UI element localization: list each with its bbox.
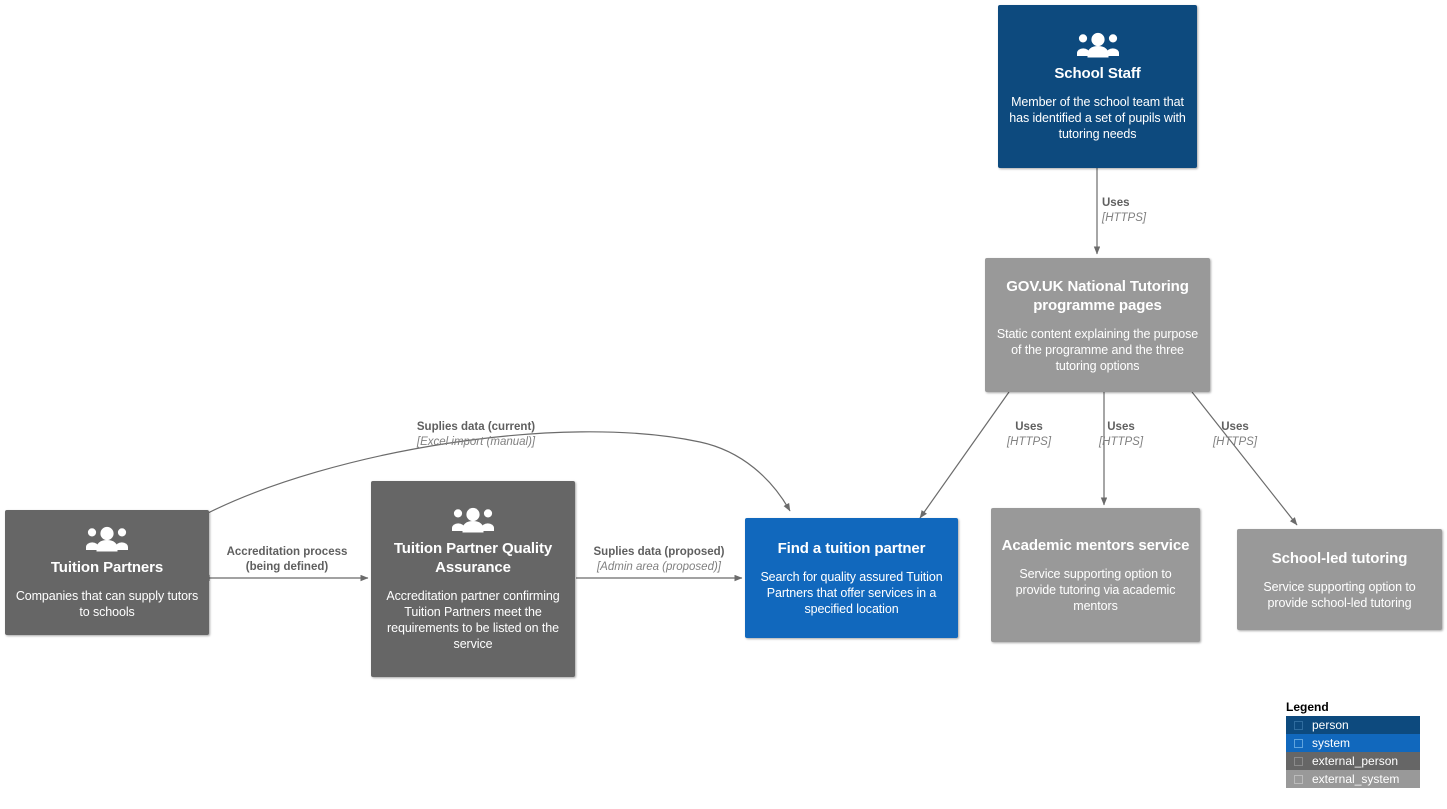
edge-label-technology: [HTTPS] xyxy=(1102,212,1147,224)
node-title: School-led tutoring xyxy=(1271,549,1408,567)
legend-swatch-external-system xyxy=(1294,774,1303,784)
edge-label-govuk-to-schoolled: Uses [HTTPS] xyxy=(1195,420,1275,450)
edge-label-govuk-to-mentors: Uses [HTTPS] xyxy=(1081,420,1161,450)
node-description: Accreditation partner confirming Tuition… xyxy=(386,588,560,651)
legend-swatch-external-person xyxy=(1294,756,1303,766)
edge-label-technology: [Excel import (manual)] xyxy=(416,436,536,448)
node-description: Service supporting option to provide sch… xyxy=(1263,579,1416,610)
legend-item-external-system: external_system xyxy=(1286,770,1420,788)
edge-label-govuk-to-find: Uses [HTTPS] xyxy=(989,420,1069,450)
edge-label-tp-to-qa: Accreditation process (being defined) xyxy=(210,545,364,575)
edge-label-tp-to-find: Suplies data (current) [Excel import (ma… xyxy=(376,420,576,450)
legend-item-system: system xyxy=(1286,734,1420,752)
edge-label-technology: [HTTPS] xyxy=(1098,436,1144,448)
edge-layer xyxy=(201,168,1298,582)
legend-label: person xyxy=(1312,718,1349,732)
node-description: Search for quality assured Tuition Partn… xyxy=(760,570,943,616)
legend: Legend person system external_person ext… xyxy=(1286,700,1420,788)
node-govuk-ntp-pages[interactable]: GOV.UK National Tutoring programme pages… xyxy=(985,258,1210,392)
edge-label-text: Uses xyxy=(1102,197,1130,209)
node-title: GOV.UK National Tutoring programme pages xyxy=(1006,277,1189,314)
legend-item-person: person xyxy=(1286,716,1420,734)
edge-label-text: Suplies data (current) xyxy=(416,421,536,433)
legend-title: Legend xyxy=(1286,700,1329,714)
node-find-a-tuition-partner[interactable]: Find a tuition partner Search for qualit… xyxy=(745,518,958,638)
node-title: School Staff xyxy=(1054,64,1141,82)
legend-label: external_person xyxy=(1312,754,1399,768)
diagram-canvas: School Staff Member of the school team t… xyxy=(0,0,1447,809)
legend-swatch-person xyxy=(1294,720,1303,730)
node-school-staff[interactable]: School Staff Member of the school team t… xyxy=(998,5,1197,168)
edge-label-text: Suplies data (proposed) xyxy=(593,546,725,558)
edge-label-technology: (being defined) xyxy=(245,561,329,573)
node-tp-quality-assurance[interactable]: Tuition Partner Quality Assurance Accred… xyxy=(371,481,575,677)
edge-label-staff-to-govuk: Uses [HTTPS] xyxy=(1102,196,1146,226)
edge-label-text: Uses xyxy=(1015,421,1043,433)
node-title: Academic mentors service xyxy=(1001,537,1190,554)
edge-label-text: Uses xyxy=(1107,421,1135,433)
people-icon xyxy=(86,526,128,552)
edge-label-text: Uses xyxy=(1221,421,1249,433)
node-school-led-tutoring[interactable]: School-led tutoring Service supporting o… xyxy=(1237,529,1442,630)
people-icon xyxy=(452,507,494,533)
node-title: Tuition Partners xyxy=(50,558,164,576)
node-title: Tuition Partner Quality Assurance xyxy=(393,539,553,576)
node-description: Companies that can supply tutors to scho… xyxy=(15,588,199,619)
edge-govuk-to-find xyxy=(919,391,1010,519)
node-description: Static content explaining the purpose of… xyxy=(996,326,1199,373)
node-title: Find a tuition partner xyxy=(777,540,926,557)
legend-swatch-system xyxy=(1294,738,1303,748)
node-description: Member of the school team that has ident… xyxy=(1009,94,1186,141)
edge-label-technology: [HTTPS] xyxy=(1006,436,1052,448)
legend-item-external-person: external_person xyxy=(1286,752,1420,770)
legend-label: external_system xyxy=(1312,772,1400,786)
edge-label-technology: [HTTPS] xyxy=(1212,436,1258,448)
people-icon xyxy=(1076,32,1119,58)
edge-label-qa-to-find: Suplies data (proposed) [Admin area (pro… xyxy=(575,545,743,575)
node-academic-mentors-service[interactable]: Academic mentors service Service support… xyxy=(991,508,1200,642)
edge-label-technology: [Admin area (proposed)] xyxy=(596,561,721,573)
node-description: Service supporting option to provide tut… xyxy=(1015,567,1176,613)
edge-govuk-to-schoolled xyxy=(1191,391,1298,526)
node-tuition-partners[interactable]: Tuition Partners Companies that can supp… xyxy=(5,510,209,635)
legend-label: system xyxy=(1312,736,1351,750)
edge-label-text: Accreditation process xyxy=(226,546,348,558)
